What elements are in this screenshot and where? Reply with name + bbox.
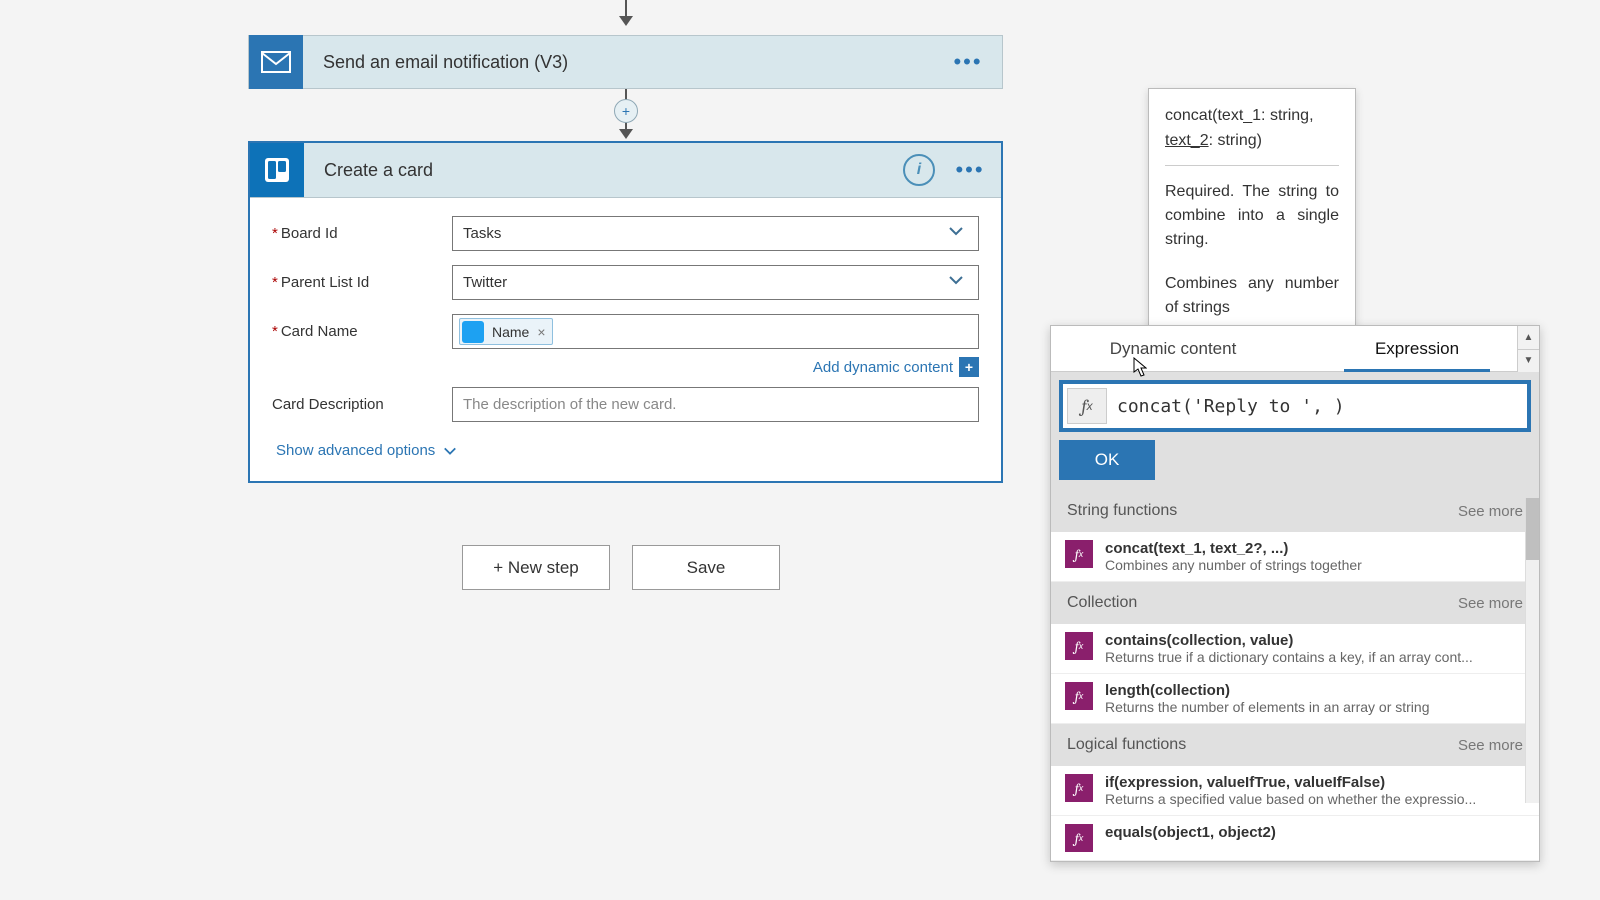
board-id-select[interactable]: Tasks bbox=[452, 216, 979, 251]
parameter-tooltip: concat(text_1: string, text_2: string) R… bbox=[1148, 88, 1356, 333]
card-name-input[interactable]: Name × bbox=[452, 314, 979, 349]
info-icon[interactable]: i bbox=[903, 154, 935, 186]
email-step-title: Send an email notification (V3) bbox=[303, 52, 948, 73]
function-description: Combines any number of strings together bbox=[1105, 557, 1525, 573]
card-name-label: *Card Name bbox=[272, 323, 452, 340]
function-signature: contains(collection, value) bbox=[1105, 632, 1525, 649]
see-more-link[interactable]: See more bbox=[1458, 503, 1523, 520]
tooltip-signature: concat(text_1: string, text_2: string) bbox=[1165, 103, 1339, 166]
expression-popup: Dynamic content Expression ▲ ▼ fx OK Str… bbox=[1050, 325, 1540, 862]
function-item[interactable]: fx contains(collection, value) Returns t… bbox=[1051, 624, 1539, 674]
mail-icon bbox=[249, 35, 303, 89]
parent-list-id-label: *Parent List Id bbox=[272, 274, 452, 291]
dynamic-token-name[interactable]: Name × bbox=[459, 318, 553, 345]
fx-icon: fx bbox=[1065, 824, 1093, 852]
function-category-header: String functionsSee more bbox=[1051, 490, 1539, 532]
add-dynamic-content-link[interactable]: Add dynamic content bbox=[813, 359, 953, 376]
add-dynamic-content-plus[interactable]: + bbox=[959, 357, 979, 377]
function-category-header: Logical functionsSee more bbox=[1051, 724, 1539, 766]
create-card-title: Create a card bbox=[304, 160, 903, 181]
expression-input[interactable] bbox=[1117, 396, 1523, 417]
function-description: Returns a specified value based on wheth… bbox=[1105, 791, 1525, 807]
ok-button[interactable]: OK bbox=[1059, 440, 1155, 480]
new-step-button[interactable]: + New step bbox=[462, 545, 610, 590]
tooltip-desc-secondary: Combines any number of strings bbox=[1165, 272, 1339, 318]
function-signature: concat(text_1, text_2?, ...) bbox=[1105, 540, 1525, 557]
card-description-input[interactable]: The description of the new card. bbox=[452, 387, 979, 422]
function-signature: equals(object1, object2) bbox=[1105, 824, 1525, 841]
fx-icon: fx bbox=[1065, 540, 1093, 568]
tab-dynamic-content[interactable]: Dynamic content bbox=[1051, 326, 1295, 371]
chevron-down-icon[interactable]: ▼ bbox=[1517, 350, 1539, 373]
function-item[interactable]: fx concat(text_1, text_2?, ...) Combines… bbox=[1051, 532, 1539, 582]
trello-icon bbox=[250, 143, 304, 197]
function-description: Returns the number of elements in an arr… bbox=[1105, 699, 1525, 715]
tooltip-desc: Required. The string to combine into a s… bbox=[1165, 180, 1339, 252]
chevron-up-icon[interactable]: ▲ bbox=[1517, 326, 1539, 350]
email-step[interactable]: Send an email notification (V3) ••• bbox=[248, 35, 1003, 89]
tab-expression[interactable]: Expression bbox=[1295, 326, 1539, 371]
step-menu-button[interactable]: ••• bbox=[953, 157, 987, 183]
popup-tabs: Dynamic content Expression ▲ ▼ bbox=[1051, 326, 1539, 372]
board-id-label: *Board Id bbox=[272, 225, 452, 242]
save-button[interactable]: Save bbox=[632, 545, 780, 590]
function-item[interactable]: fx if(expression, valueIfTrue, valueIfFa… bbox=[1051, 766, 1539, 816]
remove-token-button[interactable]: × bbox=[537, 324, 545, 340]
fx-icon: fx bbox=[1065, 682, 1093, 710]
function-item[interactable]: fx length(collection) Returns the number… bbox=[1051, 674, 1539, 724]
see-more-link[interactable]: See more bbox=[1458, 595, 1523, 612]
tab-overflow-scroll[interactable]: ▲ ▼ bbox=[1517, 326, 1539, 372]
function-signature: if(expression, valueIfTrue, valueIfFalse… bbox=[1105, 774, 1525, 791]
scrollbar[interactable] bbox=[1525, 498, 1539, 803]
scrollbar-thumb[interactable] bbox=[1526, 498, 1539, 560]
twitter-icon bbox=[462, 321, 484, 343]
fx-icon: fx bbox=[1065, 632, 1093, 660]
show-advanced-options-link[interactable]: Show advanced options bbox=[272, 436, 979, 473]
expression-input-container: fx bbox=[1059, 380, 1531, 432]
card-description-label: Card Description bbox=[272, 396, 452, 413]
chevron-down-icon bbox=[948, 272, 968, 293]
fx-icon: fx bbox=[1067, 388, 1107, 424]
create-card-header[interactable]: Create a card i ••• bbox=[250, 143, 1001, 198]
function-description: Returns true if a dictionary contains a … bbox=[1105, 649, 1525, 665]
see-more-link[interactable]: See more bbox=[1458, 737, 1523, 754]
create-card-step: Create a card i ••• *Board Id Tasks *Par… bbox=[248, 141, 1003, 483]
chevron-down-icon bbox=[948, 223, 968, 244]
step-menu-button[interactable]: ••• bbox=[948, 49, 988, 75]
function-signature: length(collection) bbox=[1105, 682, 1525, 699]
function-item[interactable]: fx equals(object1, object2) bbox=[1051, 816, 1539, 861]
add-step-inline-button[interactable]: + bbox=[614, 99, 638, 123]
connector-arrow bbox=[625, 0, 627, 18]
parent-list-id-select[interactable]: Twitter bbox=[452, 265, 979, 300]
fx-icon: fx bbox=[1065, 774, 1093, 802]
function-category-header: CollectionSee more bbox=[1051, 582, 1539, 624]
